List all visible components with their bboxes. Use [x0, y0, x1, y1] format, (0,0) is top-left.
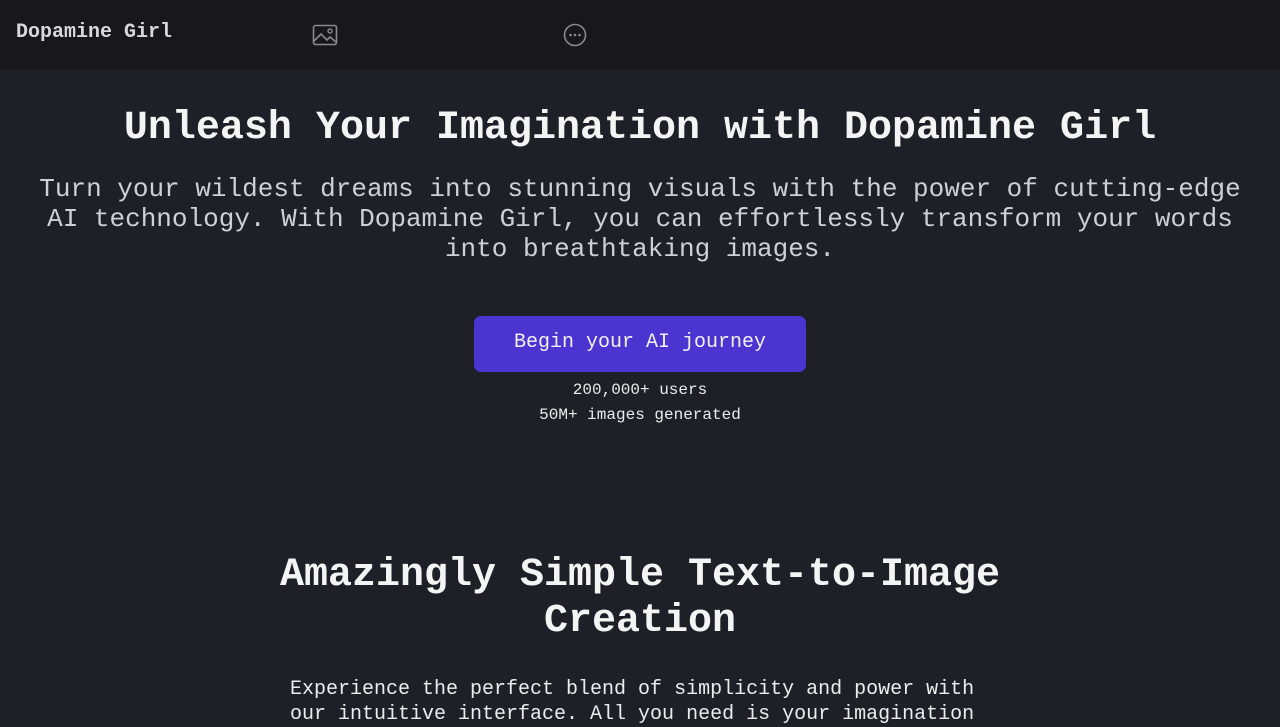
begin-journey-button[interactable]: Begin your AI journey	[474, 316, 806, 372]
hero-description: Turn your wildest dreams into stunning v…	[39, 174, 1241, 264]
features-section-title: Amazingly Simple Text-to-Image Creation	[279, 553, 1001, 644]
more-options-icon[interactable]	[562, 22, 588, 48]
brand-logo-text[interactable]: Dopamine Girl	[16, 21, 172, 44]
top-nav-bar: Dopamine Girl	[0, 0, 1280, 70]
users-stat: 200,000+ users	[572, 381, 708, 399]
image-icon[interactable]	[312, 22, 338, 48]
images-generated-stat: 50M+ images generated	[539, 406, 741, 424]
hero-title: Unleash Your Imagination with Dopamine G…	[123, 106, 1157, 151]
